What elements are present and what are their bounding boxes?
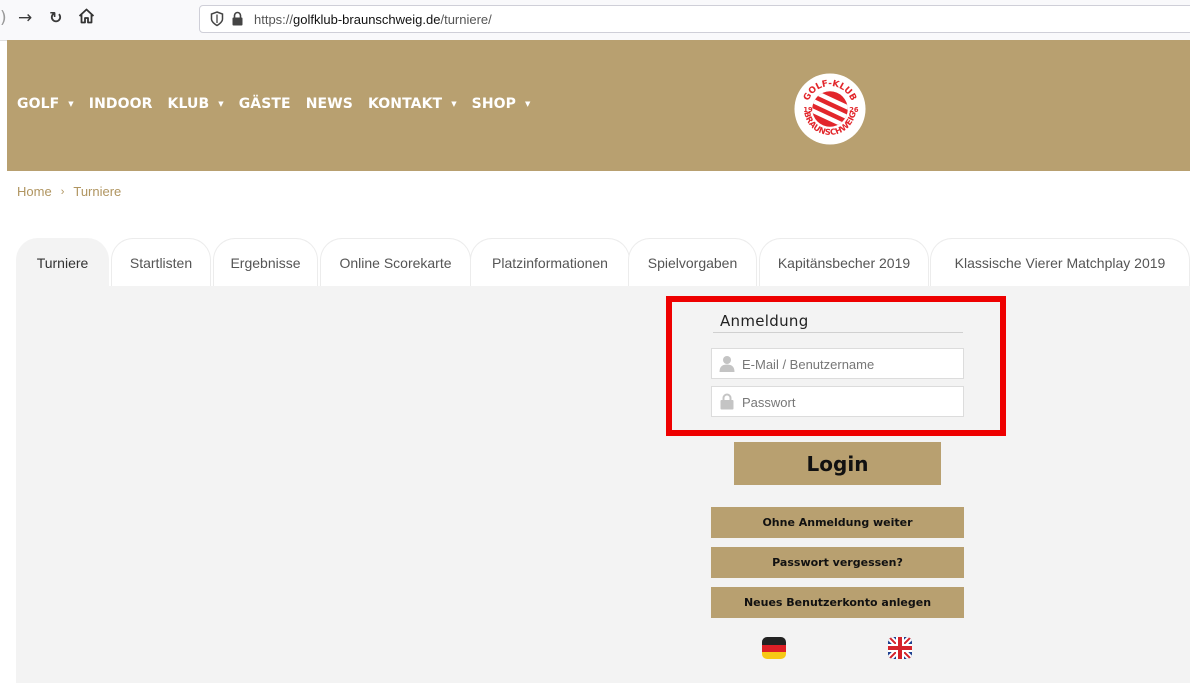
tab-ergebnisse[interactable]: Ergebnisse [213, 238, 318, 286]
breadcrumb-home-link[interactable]: Home [17, 184, 52, 199]
site-header: GOLF ▼ INDOOR KLUB ▼ GÄSTE NEWS KONTAKT ▼ SHOP ▼ G… [7, 40, 1190, 171]
nav-item-label: GÄSTE [238, 96, 291, 112]
password-input[interactable] [742, 392, 957, 412]
tab-klassische-vierer-matchplay-2019[interactable]: Klassische Vierer Matchplay 2019 [930, 238, 1190, 286]
forward-button[interactable]: → [18, 8, 32, 28]
forgot-password-button[interactable]: Passwort vergessen? [711, 547, 964, 578]
main-navigation: GOLF ▼ INDOOR KLUB ▼ GÄSTE NEWS KONTAKT ▼ SHOP ▼ [17, 96, 546, 112]
shield-icon [210, 11, 224, 27]
tab-label: Klassische Vierer Matchplay 2019 [954, 254, 1166, 271]
create-account-button[interactable]: Neues Benutzerkonto anlegen [711, 587, 964, 618]
logo-year-left: 19 [803, 106, 813, 114]
breadcrumb-separator: › [60, 185, 65, 198]
nav-item-golf[interactable]: GOLF ▼ [17, 96, 74, 112]
tab-label: Online Scorekarte [339, 254, 452, 271]
nav-item-kontakt[interactable]: KONTAKT ▼ [368, 96, 457, 112]
breadcrumb-current[interactable]: Turniere [73, 184, 121, 199]
tab-label: Kapitänsbecher 2019 [777, 254, 911, 271]
nav-item-label: KONTAKT [367, 96, 443, 112]
tab-label: Ergebnisse [230, 254, 301, 271]
username-field[interactable] [711, 348, 964, 379]
login-button[interactable]: Login [734, 442, 941, 485]
dropdown-caret-icon: ▼ [218, 100, 224, 108]
home-button[interactable] [78, 8, 95, 29]
nav-item-label: SHOP [471, 96, 517, 112]
tab-label: Spielvorgaben [647, 254, 738, 271]
tab-online-scorekarte[interactable]: Online Scorekarte [320, 238, 471, 286]
address-bar[interactable]: https://golfklub-braunschweig.de/turnier… [199, 5, 1190, 33]
user-icon [719, 356, 735, 372]
dropdown-caret-icon: ▼ [68, 100, 74, 108]
password-field[interactable] [711, 386, 964, 417]
username-input[interactable] [742, 354, 957, 374]
continue-without-login-button[interactable]: Ohne Anmeldung weiter [711, 507, 964, 538]
content-area [16, 286, 1190, 683]
tab-turniere[interactable]: Turniere [16, 238, 109, 286]
back-button[interactable]: ) [0, 8, 7, 28]
login-title: Anmeldung [713, 312, 963, 333]
uk-flag-icon[interactable] [887, 635, 913, 661]
tab-spielvorgaben[interactable]: Spielvorgaben [628, 238, 757, 286]
nav-item-label: GOLF [17, 96, 60, 112]
nav-item-news[interactable]: NEWS [306, 96, 353, 112]
lock-icon [232, 11, 243, 26]
nav-item-shop[interactable]: SHOP ▼ [472, 96, 531, 112]
tab-label: Platzinformationen [492, 254, 608, 271]
nav-item-label: INDOOR [88, 96, 153, 112]
tab-kapitänsbecher-2019[interactable]: Kapitänsbecher 2019 [759, 238, 929, 286]
tab-bar: Turniere Startlisten Ergebnisse Online Scor… [16, 238, 1190, 286]
tab-startlisten[interactable]: Startlisten [111, 238, 211, 286]
logo-year-right: 26 [849, 106, 859, 114]
breadcrumb: Home › Turniere [17, 184, 121, 199]
reload-button[interactable]: ↻ [49, 8, 62, 28]
dropdown-caret-icon: ▼ [525, 100, 531, 108]
browser-toolbar: ) → ↻ https://golfklub-braunschweig.de/t… [0, 0, 1190, 41]
german-flag-icon[interactable] [761, 635, 787, 661]
home-icon [78, 8, 95, 24]
golf-klub-logo[interactable]: GOLF-KLUB BRAUNSCHWEIG 19 26 [793, 72, 867, 146]
nav-item-indoor[interactable]: INDOOR [89, 96, 153, 112]
nav-item-label: NEWS [305, 96, 353, 112]
nav-item-label: KLUB [167, 96, 210, 112]
nav-item-klub[interactable]: KLUB ▼ [168, 96, 224, 112]
dropdown-caret-icon: ▼ [451, 100, 457, 108]
url-text: https://golfklub-braunschweig.de/turnier… [254, 12, 492, 27]
lock-icon [720, 393, 734, 410]
tab-label: Startlisten [129, 254, 193, 271]
nav-item-gäste[interactable]: GÄSTE [239, 96, 291, 112]
tab-label: Turniere [36, 254, 89, 271]
tab-platzinformationen[interactable]: Platzinformationen [470, 238, 630, 286]
